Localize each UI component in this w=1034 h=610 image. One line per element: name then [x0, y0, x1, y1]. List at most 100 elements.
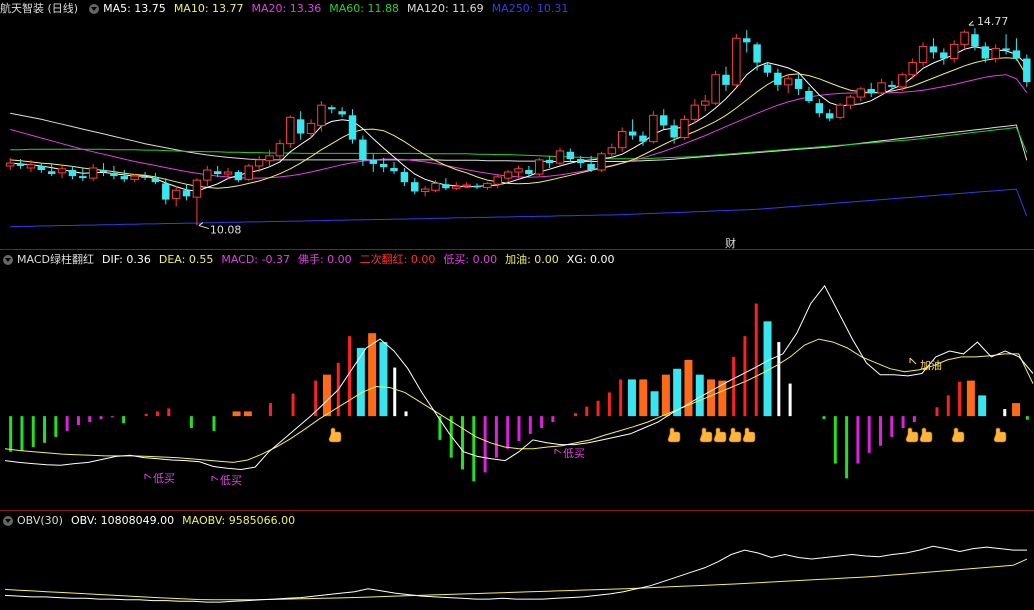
main-panel-header: 航天智装 (日线) MA5: 13.75 MA10: 13.77 MA20: 13.3…	[0, 1, 576, 17]
macd-bar	[845, 416, 849, 479]
macd-bar	[1025, 416, 1029, 420]
macd-bar	[43, 416, 47, 443]
macd-bar	[935, 407, 939, 417]
candle-body-up	[275, 143, 285, 157]
collapse-toggle-icon[interactable]	[3, 516, 13, 526]
candle-body-down	[940, 52, 948, 59]
finger-signal-icon	[713, 427, 727, 443]
macd-bar	[822, 416, 826, 420]
low-buy-note: 低买	[220, 474, 242, 487]
macd-bar	[291, 393, 295, 417]
macd-bar	[243, 411, 252, 417]
candle-body-up	[918, 45, 928, 64]
low-buy-note: 低买	[153, 472, 175, 485]
macd-bar	[901, 416, 905, 428]
candle-body-up	[431, 182, 440, 191]
candle-body-down	[753, 44, 761, 63]
ma-label: MA10: 13.77	[173, 2, 244, 15]
macd-bar	[596, 400, 600, 417]
macd-bar	[607, 392, 611, 417]
macd-bar	[878, 416, 882, 446]
candle-body-up	[483, 182, 492, 188]
finger-signal-icon	[667, 427, 681, 443]
candle-body-up	[690, 104, 700, 120]
macd-bar	[1012, 403, 1021, 417]
candle-body-up	[711, 74, 720, 104]
macd-bar	[551, 416, 555, 423]
candle-body-up	[846, 96, 855, 106]
ma-label: MA120: 11.69	[406, 2, 484, 15]
macd-bar	[472, 416, 476, 482]
candle-body-up	[908, 62, 917, 76]
macd-bar	[212, 416, 216, 431]
candle-body-up	[856, 88, 866, 98]
macd-bar	[65, 416, 69, 431]
candle-body-down	[722, 74, 730, 85]
indicator-label: 低买: 0.00	[443, 253, 498, 266]
macd-bar	[958, 381, 962, 417]
macd-bar	[585, 406, 589, 417]
macd-bar	[743, 336, 747, 417]
candle-body-down	[1023, 58, 1031, 83]
candle-body-down	[37, 165, 46, 171]
candle-body-down	[971, 34, 979, 47]
candle-body-down	[411, 182, 419, 192]
macd-bar	[393, 367, 397, 417]
candle-body-up	[835, 104, 845, 118]
indicator-label: 佛手: 0.00	[297, 253, 352, 266]
macd-panel-header: MACD绿柱翻红 DIF: 0.36 DEA: 0.55 MACD: -0.37 佛手:…	[0, 252, 623, 268]
macd-bar	[110, 416, 114, 418]
macd-bar	[517, 416, 521, 442]
collapse-toggle-icon[interactable]	[3, 255, 13, 265]
macd-bar	[1003, 409, 1007, 417]
candle-body-down	[369, 159, 378, 164]
candle-body-down	[805, 90, 813, 102]
macd-bar	[232, 411, 241, 417]
candle-body-up	[244, 165, 254, 180]
macd-bar	[619, 379, 623, 417]
collapse-toggle-icon[interactable]	[89, 4, 100, 14]
indicator-label: MACD绿柱翻红	[17, 253, 94, 266]
candle-body-down	[379, 163, 388, 168]
macd-bar	[978, 395, 987, 417]
indicator-label: 加油: 0.00	[505, 253, 559, 266]
candle-body-up	[898, 74, 907, 88]
candle-body-down	[400, 172, 409, 183]
finger-signal-icon	[993, 427, 1007, 443]
ma-label: MA250: 10.31	[491, 2, 569, 15]
candle-body-up	[535, 159, 544, 175]
candle-body-up	[306, 122, 316, 135]
candle-body-down	[79, 176, 87, 179]
finger-signal-icon	[742, 427, 756, 443]
candle-body-down	[794, 78, 803, 89]
obv-line-obv	[4, 545, 1027, 603]
candle-body-up	[223, 171, 233, 175]
candle-body-down	[1012, 50, 1021, 59]
stock-title: 航天智装 (日线)	[0, 2, 79, 15]
candle-body-up	[420, 188, 430, 192]
candle-body-down	[162, 183, 170, 200]
candle-body-up	[317, 104, 326, 126]
candle-body-up	[732, 37, 741, 86]
candle-body-up	[514, 168, 523, 173]
macd-bar	[661, 374, 670, 417]
candle-body-down	[213, 171, 222, 175]
macd-bar	[856, 416, 860, 464]
candle-body-down	[390, 167, 398, 172]
indicator-label: MAOBV: 9585066.00	[182, 514, 296, 527]
macd-bar	[833, 416, 837, 464]
candle-body-down	[110, 172, 118, 177]
refuel-arrow	[909, 357, 917, 365]
candle-body-up	[26, 164, 36, 169]
finger-signal-icon	[728, 427, 742, 443]
candle-body-down	[141, 176, 149, 178]
candle-body-up	[192, 179, 202, 198]
candle-body-down	[1002, 48, 1010, 51]
ma-line-ma60	[10, 126, 1028, 160]
macd-bar	[506, 416, 510, 449]
macd-bar	[322, 374, 331, 417]
candle-body-down	[47, 171, 56, 175]
macd-bar	[54, 416, 58, 437]
candle-body-up	[700, 100, 710, 106]
macd-bar	[31, 416, 35, 447]
